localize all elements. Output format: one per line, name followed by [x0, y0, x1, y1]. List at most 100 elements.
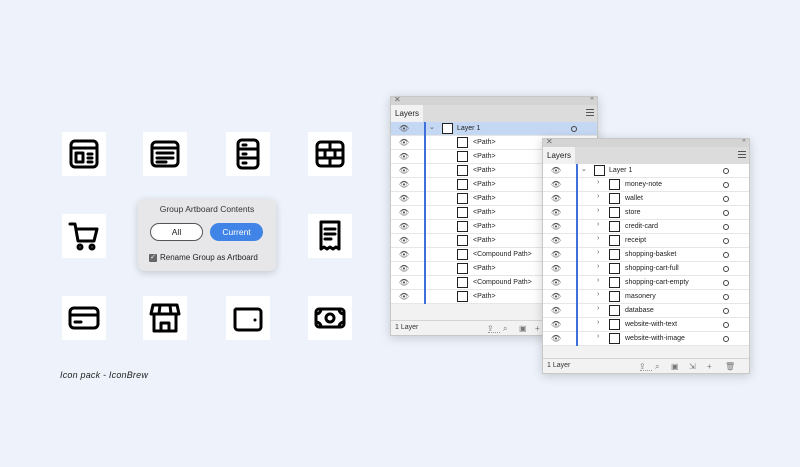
move-to-layer-icon[interactable]: ⇲ — [689, 362, 696, 371]
close-icon[interactable]: ✕ — [394, 97, 401, 104]
sublayer-row[interactable]: 👁 › shopping-cart-full — [543, 262, 749, 276]
chevron-right-icon[interactable]: › — [597, 193, 599, 200]
chevron-right-icon[interactable]: › — [597, 333, 599, 340]
sublayer-row[interactable]: 👁 › website-with-text — [543, 318, 749, 332]
path-name[interactable]: <Compound Path> — [473, 279, 532, 286]
visibility-eye-icon[interactable]: 👁 — [547, 263, 565, 275]
sublayer-row[interactable]: 👁 › shopping-cart-empty — [543, 276, 749, 290]
path-name[interactable]: <Path> — [473, 223, 496, 230]
sublayer-row[interactable]: 👁 › wallet — [543, 192, 749, 206]
path-name[interactable]: <Path> — [473, 139, 496, 146]
path-name[interactable]: database — [625, 307, 654, 314]
visibility-eye-icon[interactable]: 👁 — [395, 137, 413, 149]
visibility-eye-icon[interactable]: 👁 — [547, 165, 565, 177]
path-name[interactable]: shopping-cart-empty — [625, 279, 689, 286]
duplicate-icon[interactable]: ▣ — [671, 362, 679, 371]
rename-group-checkbox[interactable]: ✓ — [149, 253, 157, 262]
chevron-down-icon[interactable]: ⌄ — [581, 165, 587, 173]
path-name[interactable]: credit-card — [625, 223, 658, 230]
path-name[interactable]: wallet — [625, 195, 643, 202]
path-name[interactable]: <Compound Path> — [473, 251, 532, 258]
visibility-eye-icon[interactable]: 👁 — [395, 249, 413, 261]
search-icon[interactable]: ⌕ — [503, 324, 507, 334]
chevron-right-icon[interactable]: › — [597, 179, 599, 186]
layer-row[interactable]: 👁 ⌄ Layer 1 — [543, 164, 749, 178]
chevron-right-icon[interactable]: › — [597, 277, 599, 284]
target-circle-icon[interactable] — [723, 252, 729, 258]
visibility-eye-icon[interactable]: 👁 — [547, 235, 565, 247]
panel-menu-icon[interactable] — [738, 151, 746, 158]
path-name[interactable]: <Path> — [473, 237, 496, 244]
chevron-right-icon[interactable]: › — [597, 235, 599, 242]
target-circle-icon[interactable] — [723, 322, 729, 328]
sublayer-row[interactable]: 👁 › masonery — [543, 290, 749, 304]
visibility-eye-icon[interactable]: 👁 — [395, 179, 413, 191]
path-name[interactable]: website-with-image — [625, 335, 685, 342]
resize-grip-icon[interactable] — [488, 332, 500, 335]
target-circle-icon[interactable] — [571, 126, 577, 132]
rename-group-checkbox-row[interactable]: ✓ Rename Group as Artboard — [149, 253, 258, 262]
visibility-eye-icon[interactable]: 👁 — [547, 291, 565, 303]
target-circle-icon[interactable] — [723, 196, 729, 202]
path-name[interactable]: money-note — [625, 181, 662, 188]
chevron-right-icon[interactable]: › — [597, 291, 599, 298]
path-name[interactable]: shopping-cart-full — [625, 265, 679, 272]
target-circle-icon[interactable] — [723, 168, 729, 174]
layer-row[interactable]: 👁 ⌄ Layer 1 — [391, 122, 597, 136]
chevron-right-icon[interactable]: › — [597, 263, 599, 270]
path-name[interactable]: <Path> — [473, 153, 496, 160]
path-name[interactable]: <Path> — [473, 209, 496, 216]
target-circle-icon[interactable] — [723, 224, 729, 230]
collapse-icon[interactable]: « — [590, 97, 594, 102]
visibility-eye-icon[interactable]: 👁 — [547, 249, 565, 261]
visibility-eye-icon[interactable]: 👁 — [547, 305, 565, 317]
chevron-right-icon[interactable]: › — [597, 319, 599, 326]
close-icon[interactable]: ✕ — [546, 139, 553, 146]
path-name[interactable]: <Path> — [473, 167, 496, 174]
path-name[interactable]: <Path> — [473, 195, 496, 202]
option-current-button[interactable]: Current — [210, 223, 263, 241]
new-layer-icon[interactable]: + — [707, 362, 712, 371]
path-name[interactable]: <Path> — [473, 265, 496, 272]
visibility-eye-icon[interactable]: 👁 — [395, 207, 413, 219]
chevron-right-icon[interactable]: › — [597, 207, 599, 214]
target-circle-icon[interactable] — [723, 182, 729, 188]
sublayer-row[interactable]: 👁 › database — [543, 304, 749, 318]
new-layer-icon[interactable]: + — [535, 324, 540, 333]
target-circle-icon[interactable] — [723, 210, 729, 216]
path-name[interactable]: shopping-basket — [625, 251, 676, 258]
visibility-eye-icon[interactable]: 👁 — [547, 193, 565, 205]
visibility-eye-icon[interactable]: 👁 — [395, 235, 413, 247]
visibility-eye-icon[interactable]: 👁 — [547, 207, 565, 219]
path-name[interactable]: <Path> — [473, 181, 496, 188]
chevron-down-icon[interactable]: ⌄ — [429, 123, 435, 131]
visibility-eye-icon[interactable]: 👁 — [547, 319, 565, 331]
visibility-eye-icon[interactable]: 👁 — [547, 221, 565, 233]
sublayer-row[interactable]: 👁 › website-with-image — [543, 332, 749, 346]
sublayer-row[interactable]: 👁 › credit-card — [543, 220, 749, 234]
resize-grip-icon[interactable] — [640, 370, 652, 373]
sublayer-row[interactable]: 👁 › money-note — [543, 178, 749, 192]
visibility-eye-icon[interactable]: 👁 — [395, 221, 413, 233]
sublayer-row[interactable]: 👁 › receipt — [543, 234, 749, 248]
visibility-eye-icon[interactable]: 👁 — [395, 151, 413, 163]
chevron-right-icon[interactable]: › — [597, 249, 599, 256]
collapse-icon[interactable]: « — [742, 139, 746, 144]
path-name[interactable]: masonery — [625, 293, 656, 300]
sublayer-row[interactable]: 👁 › shopping-basket — [543, 248, 749, 262]
tab-layers[interactable]: Layers — [391, 105, 424, 122]
layer-name[interactable]: Layer 1 — [457, 125, 480, 132]
chevron-right-icon[interactable]: › — [597, 221, 599, 228]
duplicate-icon[interactable]: ▣ — [519, 324, 527, 333]
target-circle-icon[interactable] — [723, 238, 729, 244]
path-name[interactable]: <Path> — [473, 293, 496, 300]
layer-name[interactable]: Layer 1 — [609, 167, 632, 174]
visibility-eye-icon[interactable]: 👁 — [395, 193, 413, 205]
target-circle-icon[interactable] — [723, 294, 729, 300]
target-circle-icon[interactable] — [723, 266, 729, 272]
chevron-right-icon[interactable]: › — [597, 305, 599, 312]
visibility-eye-icon[interactable]: 👁 — [547, 179, 565, 191]
delete-icon[interactable]: 🗑 — [725, 362, 735, 371]
path-name[interactable]: receipt — [625, 237, 646, 244]
visibility-eye-icon[interactable]: 👁 — [395, 291, 413, 303]
